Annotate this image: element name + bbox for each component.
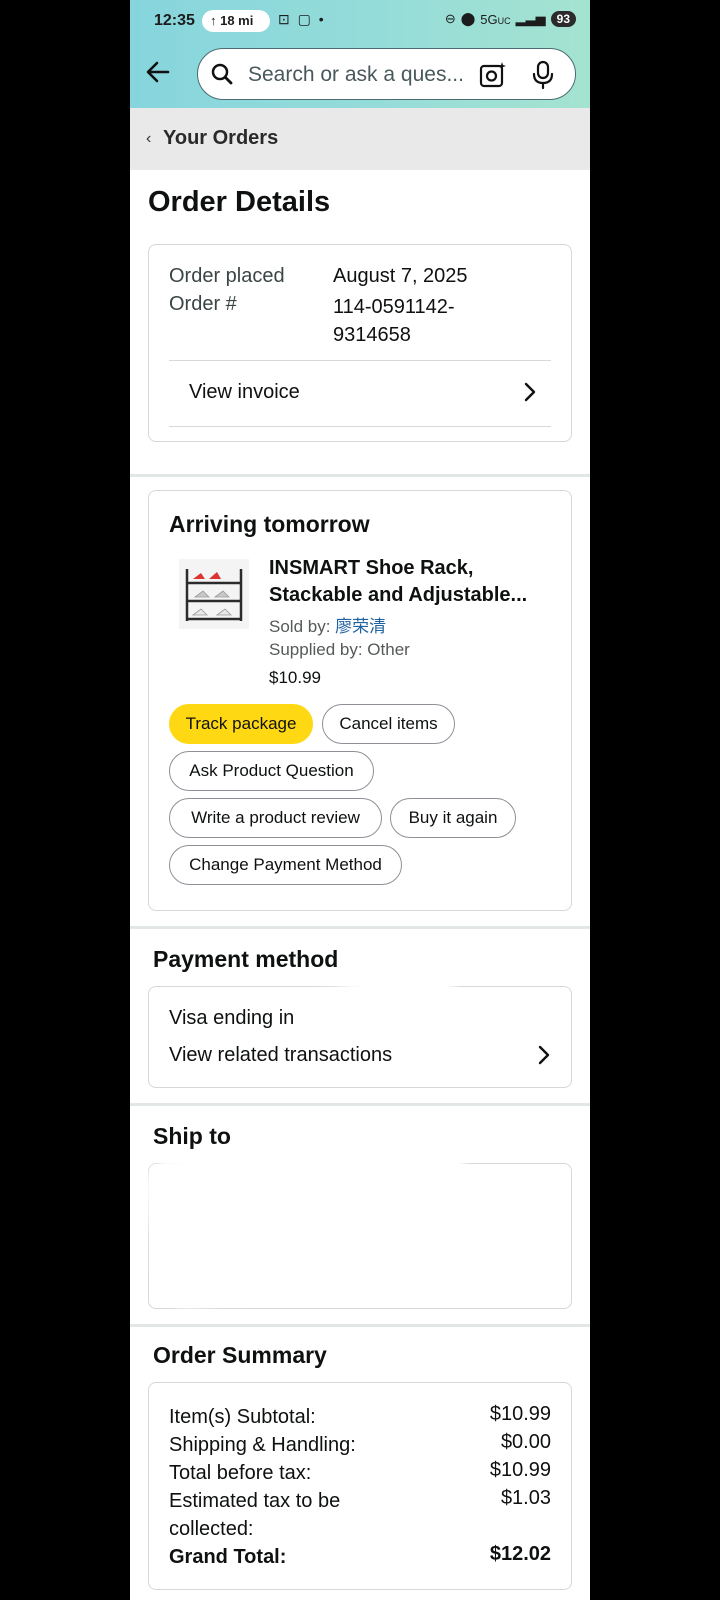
- status-right: ⊖ ⬤ 5GUC ▂▃▅ 93: [445, 11, 576, 27]
- summary-label: Grand Total:: [169, 1546, 287, 1568]
- change-payment-method-button[interactable]: Change Payment Method: [169, 845, 402, 885]
- summary-label: Shipping & Handling:: [169, 1434, 356, 1456]
- order-placed-value: August 7, 2025: [333, 265, 468, 287]
- product-price: $10.99: [269, 668, 321, 687]
- seller-link[interactable]: 廖荣清: [335, 617, 386, 636]
- track-package-button[interactable]: Track package: [169, 704, 313, 744]
- section-separator: [130, 926, 590, 929]
- section-separator: [130, 474, 590, 477]
- search-bar[interactable]: Search or ask a ques...: [197, 48, 576, 100]
- search-input[interactable]: Search or ask a ques...: [248, 63, 464, 87]
- chevron-right-icon[interactable]: [537, 1044, 551, 1066]
- chevron-right-icon[interactable]: [523, 381, 537, 403]
- shipment-card: Arriving tomorrow INSMART Shoe Rack, Sta…: [148, 490, 572, 911]
- divider: [169, 426, 551, 427]
- app-screen: 12:35 ↑ 18 mi ⊡ ▢ • ⊖ ⬤ 5GUC ▂▃▅ 93 Sear…: [130, 0, 590, 1600]
- summary-value: $0.00: [500, 1431, 551, 1453]
- view-related-transactions-link[interactable]: View related transactions: [169, 1044, 392, 1067]
- sold-by: Sold by: 廖荣清: [269, 617, 387, 636]
- dnd-icon: ⊖: [444, 11, 456, 26]
- product-title-link[interactable]: INSMART Shoe Rack, Stackable and Adjusta…: [269, 555, 559, 609]
- summary-value: $10.99: [489, 1459, 551, 1481]
- write-review-button[interactable]: Write a product review: [169, 798, 382, 838]
- location-icon: ⬤: [460, 11, 476, 26]
- arrival-heading: Arriving tomorrow: [169, 511, 370, 537]
- status-time: 12:35: [154, 12, 195, 29]
- search-icon: [211, 63, 233, 85]
- upload-pill: ↑ 18 mi: [202, 10, 270, 32]
- signal-icon: ▂▃▅: [515, 11, 546, 26]
- notification-icons: ⊡ ▢ •: [278, 11, 326, 27]
- order-placed-label: Order placed: [169, 265, 285, 287]
- ship-to-heading: Ship to: [153, 1123, 231, 1149]
- network-label: 5GUC: [480, 11, 511, 27]
- status-bar: 12:35 ↑ 18 mi ⊡ ▢ • ⊖ ⬤ 5GUC ▂▃▅ 93: [130, 0, 590, 42]
- summary-label: Estimated tax to be collected:: [169, 1490, 341, 1540]
- order-number-label: Order #: [169, 293, 237, 315]
- summary-label: Item(s) Subtotal:: [169, 1406, 316, 1428]
- summary-value: $10.99: [489, 1403, 551, 1425]
- mic-icon[interactable]: [531, 60, 555, 90]
- order-info-card: Order placed August 7, 2025 Order # 114-…: [148, 244, 572, 442]
- order-summary-card: Item(s) Subtotal: $10.99 Shipping & Hand…: [148, 1382, 572, 1590]
- summary-label: Total before tax:: [169, 1462, 312, 1484]
- order-summary-heading: Order Summary: [153, 1342, 327, 1368]
- view-invoice-link[interactable]: View invoice: [189, 381, 300, 404]
- breadcrumb-your-orders[interactable]: Your Orders: [163, 127, 278, 150]
- back-arrow-icon[interactable]: [142, 56, 174, 88]
- cancel-items-button[interactable]: Cancel items: [322, 704, 455, 744]
- camera-icon[interactable]: [479, 61, 507, 89]
- order-number-value: 114-0591142-9314658: [333, 296, 455, 346]
- section-separator: [130, 1324, 590, 1327]
- ask-product-question-button[interactable]: Ask Product Question: [169, 751, 374, 791]
- product-thumbnail[interactable]: [179, 559, 249, 629]
- divider: [169, 360, 551, 361]
- battery-indicator: 93: [550, 11, 576, 27]
- card-ending-text: Visa ending in: [169, 1007, 295, 1029]
- page-title: Order Details: [148, 186, 331, 218]
- payment-method-heading: Payment method: [153, 946, 339, 972]
- section-separator: [130, 1103, 590, 1106]
- buy-again-button[interactable]: Buy it again: [390, 798, 516, 838]
- summary-value: $1.03: [500, 1487, 551, 1509]
- breadcrumb[interactable]: ‹ Your Orders: [130, 108, 590, 170]
- chevron-left-icon: ‹: [146, 130, 152, 147]
- summary-value: $12.02: [489, 1543, 551, 1565]
- supplied-by: Supplied by: Other: [269, 640, 410, 659]
